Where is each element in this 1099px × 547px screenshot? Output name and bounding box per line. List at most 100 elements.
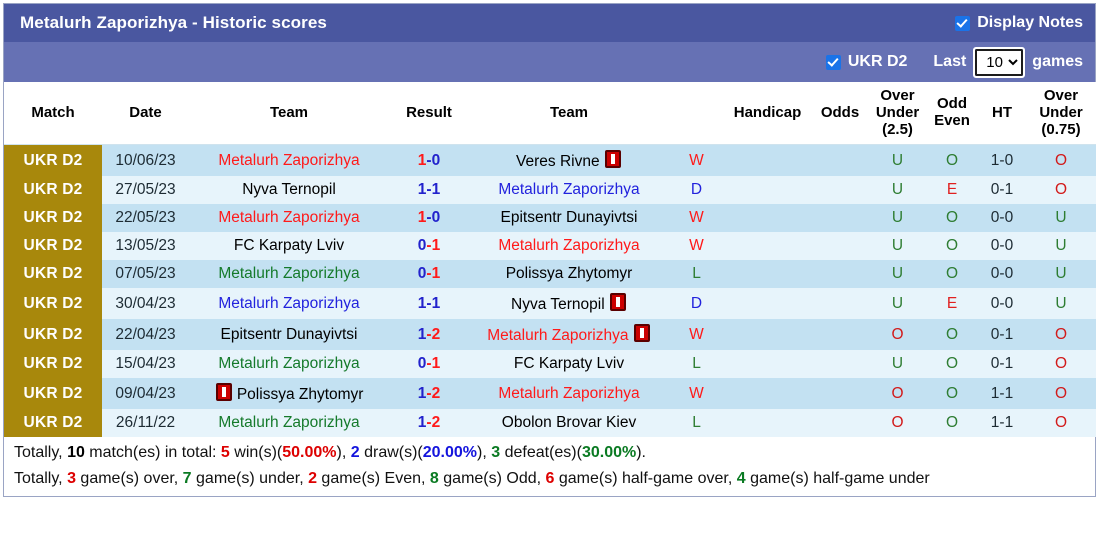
col-header-away-team[interactable]: Team [469, 82, 669, 146]
widget-filter-bar: UKR D2 Last 5102030 games [4, 42, 1095, 82]
col-header-ht[interactable]: HT [978, 82, 1026, 146]
score-away: 1 [431, 265, 441, 283]
markets-t1: game(s) over, [75, 470, 183, 488]
cell-away-team[interactable]: Polissya Zhytomyr [469, 260, 669, 289]
team-name: Epitsentr Dunayivtsi [500, 209, 638, 227]
table-row[interactable]: UKR D2 26/11/22 Metalurh Zaporizhya 1-2 Obol… [4, 409, 1096, 438]
table-row[interactable]: UKR D2 07/05/23 Metalurh Zaporizhya 0-1 Poli… [4, 260, 1096, 289]
table-row[interactable]: UKR D2 13/05/23 FC Karpaty Lviv 0-1 Metalurh… [4, 232, 1096, 261]
team-name: FC Karpaty Lviv [233, 237, 345, 255]
cell-league-badge[interactable]: UKR D2 [4, 378, 102, 410]
col-header-handicap[interactable]: Handicap [724, 82, 811, 146]
cell-result[interactable]: 1-1 [389, 288, 469, 320]
col-header-result[interactable]: Result [389, 82, 469, 146]
cell-league-badge[interactable]: UKR D2 [4, 409, 102, 438]
cell-outcome: D [669, 288, 724, 320]
cell-league-badge[interactable]: UKR D2 [4, 232, 102, 261]
table-row[interactable]: UKR D2 10/06/23 Metalurh Zaporizhya 1-0 Vere… [4, 144, 1096, 177]
display-notes-label: Display Notes [977, 14, 1083, 31]
col-header-match[interactable]: Match [4, 82, 102, 146]
col-header-odds[interactable]: Odds [811, 82, 869, 146]
cell-handicap [724, 378, 811, 410]
cell-home-team[interactable]: Polissya Zhytomyr [189, 378, 389, 410]
cell-league-badge[interactable]: UKR D2 [4, 350, 102, 379]
col-header-over-under-075[interactable]: Over Under (0.75) [1026, 82, 1096, 146]
summary-line-markets: Totally, 3 game(s) over, 7 game(s) under… [4, 466, 1095, 497]
cell-home-team[interactable]: Metalurh Zaporizhya [189, 144, 389, 177]
team-name: Metalurh Zaporizhya [218, 414, 360, 432]
cell-league-badge[interactable]: UKR D2 [4, 319, 102, 351]
cell-result[interactable]: 0-1 [389, 350, 469, 379]
cell-away-team[interactable]: Nyva Ternopil [469, 288, 669, 320]
score-away: 2 [431, 384, 441, 402]
cell-home-team[interactable]: Epitsentr Dunayivtsi [189, 319, 389, 351]
cell-odd-even: O [926, 378, 978, 410]
table-row[interactable]: UKR D2 22/05/23 Metalurh Zaporizhya 1-0 Epit… [4, 204, 1096, 233]
team-name: Metalurh Zaporizhya [218, 151, 360, 169]
ou075-line3: (0.75) [1041, 120, 1081, 138]
cell-odd-even: O [926, 319, 978, 351]
cell-home-team[interactable]: Metalurh Zaporizhya [189, 260, 389, 289]
cell-away-team[interactable]: FC Karpaty Lviv [469, 350, 669, 379]
table-row[interactable]: UKR D2 15/04/23 Metalurh Zaporizhya 0-1 FC K… [4, 350, 1096, 379]
cell-league-badge[interactable]: UKR D2 [4, 176, 102, 205]
col-header-home-team[interactable]: Team [189, 82, 389, 146]
cell-result[interactable]: 0-1 [389, 260, 469, 289]
cell-away-team[interactable]: Obolon Brovar Kiev [469, 409, 669, 438]
col-header-odd-even[interactable]: Odd Even [926, 82, 978, 146]
cell-home-team[interactable]: FC Karpaty Lviv [189, 232, 389, 261]
oe-line2: Even [934, 112, 970, 130]
table-row[interactable]: UKR D2 27/05/23 Nyva Ternopil 1-1 Metalurh Z… [4, 176, 1096, 205]
display-notes-toggle[interactable]: Display Notes [955, 14, 1083, 32]
cell-handicap [724, 288, 811, 320]
col-header-over-under-25[interactable]: Over Under (2.5) [869, 82, 926, 146]
cell-result[interactable]: 1-2 [389, 378, 469, 410]
cell-half-time-score: 1-0 [978, 144, 1026, 177]
cell-league-badge[interactable]: UKR D2 [4, 260, 102, 289]
col-header-date[interactable]: Date [102, 82, 189, 146]
table-row[interactable]: UKR D2 30/04/23 Metalurh Zaporizhya 1-1 Nyva… [4, 288, 1096, 320]
cell-outcome: W [669, 144, 724, 177]
table-row[interactable]: UKR D2 22/04/23 Epitsentr Dunayivtsi 1-2 Met… [4, 319, 1096, 351]
cell-half-time-score: 0-0 [978, 204, 1026, 233]
cell-result[interactable]: 1-2 [389, 409, 469, 438]
cell-away-team[interactable]: Metalurh Zaporizhya [469, 319, 669, 351]
cell-away-team[interactable]: Epitsentr Dunayivtsi [469, 204, 669, 233]
cell-result[interactable]: 0-1 [389, 232, 469, 261]
summary-suffix: ). [636, 444, 646, 462]
cell-away-team[interactable]: Metalurh Zaporizhya [469, 378, 669, 410]
cell-away-team[interactable]: Metalurh Zaporizhya [469, 232, 669, 261]
cell-over-under-25: U [869, 204, 926, 233]
cell-home-team[interactable]: Metalurh Zaporizhya [189, 204, 389, 233]
historic-scores-widget: Metalurh Zaporizhya - Historic scores Di… [3, 3, 1096, 498]
cell-result[interactable]: 1-2 [389, 319, 469, 351]
checkbox-checked-icon[interactable] [955, 15, 971, 31]
red-card-icon [633, 324, 650, 343]
cell-away-team[interactable]: Metalurh Zaporizhya [469, 176, 669, 205]
table-row[interactable]: UKR D2 09/04/23 Polissya Zhytomyr 1-2 Metal… [4, 378, 1096, 410]
cell-result[interactable]: 1-0 [389, 144, 469, 177]
ou25-line3: (2.5) [882, 120, 913, 138]
summary-win-pct: 50.00% [282, 444, 337, 462]
cell-half-time-score: 0-1 [978, 319, 1026, 351]
cell-home-team[interactable]: Metalurh Zaporizhya [189, 350, 389, 379]
cell-date: 09/04/23 [102, 378, 189, 410]
cell-league-badge[interactable]: UKR D2 [4, 144, 102, 177]
cell-league-badge[interactable]: UKR D2 [4, 288, 102, 320]
cell-away-team[interactable]: Veres Rivne [469, 144, 669, 177]
cell-odd-even: E [926, 176, 978, 205]
markets-t4: game(s) Odd, [438, 470, 546, 488]
cell-league-badge[interactable]: UKR D2 [4, 204, 102, 233]
cell-outcome: W [669, 232, 724, 261]
games-select-wrapper[interactable]: 5102030 [973, 46, 1026, 78]
cell-home-team[interactable]: Nyva Ternopil [189, 176, 389, 205]
cell-handicap [724, 144, 811, 177]
checkbox-checked-icon[interactable] [825, 54, 841, 70]
games-count-select[interactable]: 5102030 [975, 48, 1024, 76]
summary-wins: 5 [220, 444, 230, 462]
cell-result[interactable]: 1-1 [389, 176, 469, 205]
league-filter-toggle[interactable]: UKR D2 [825, 53, 907, 71]
cell-result[interactable]: 1-0 [389, 204, 469, 233]
cell-home-team[interactable]: Metalurh Zaporizhya [189, 409, 389, 438]
cell-home-team[interactable]: Metalurh Zaporizhya [189, 288, 389, 320]
